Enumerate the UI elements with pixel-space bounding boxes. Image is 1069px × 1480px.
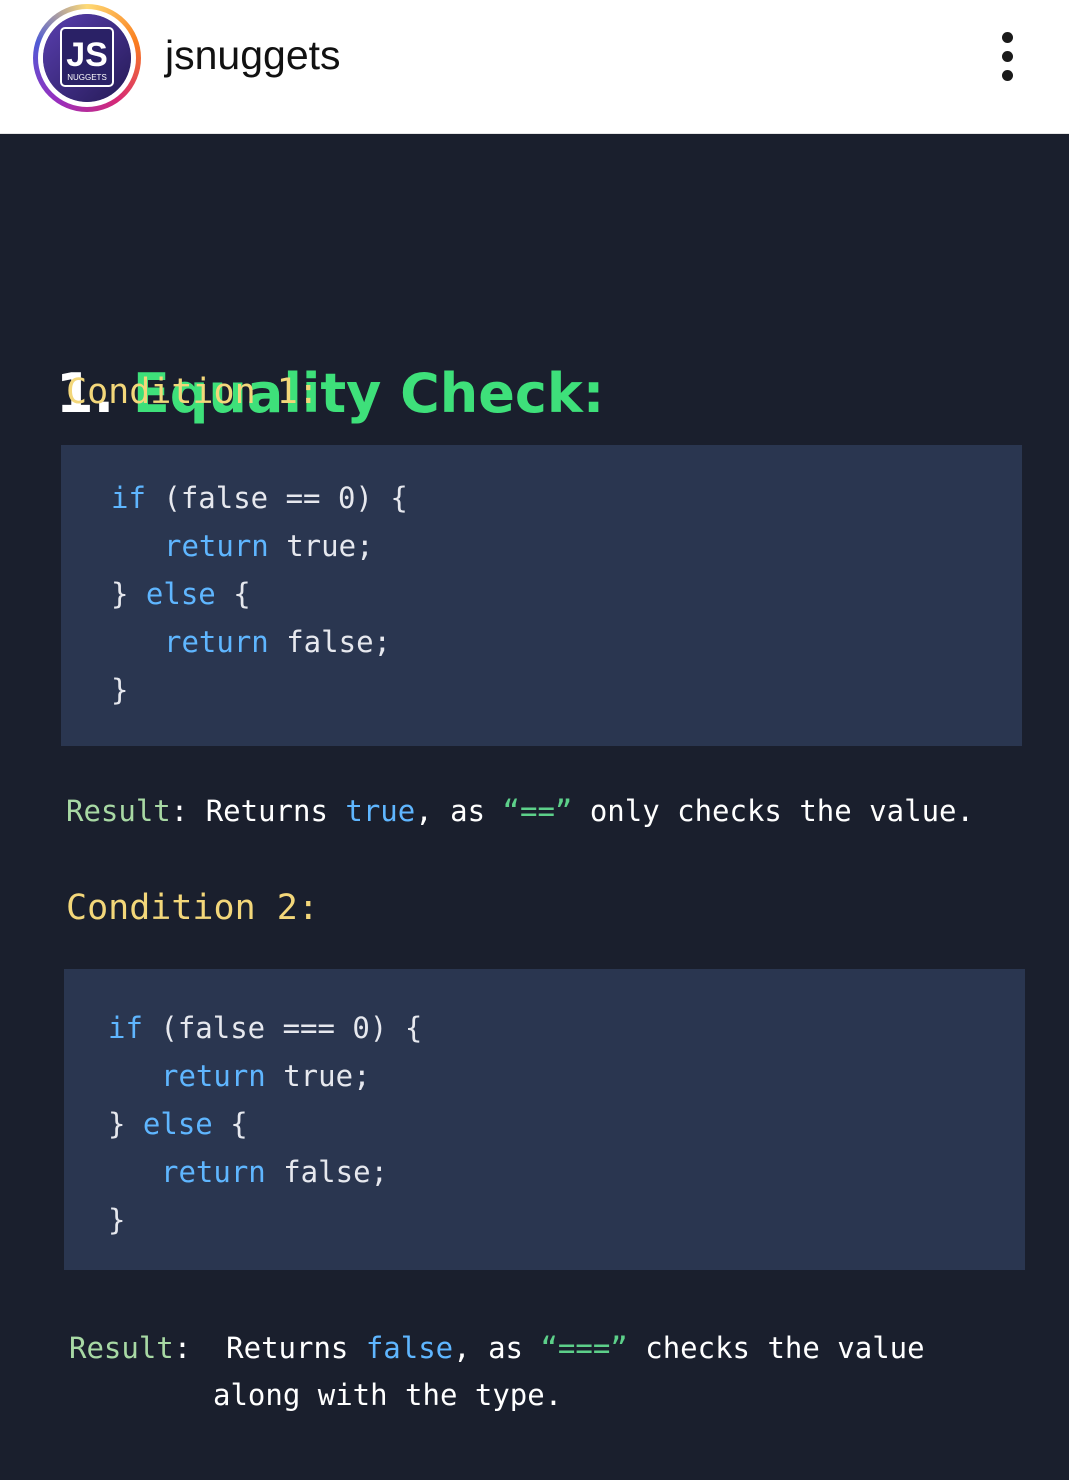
code-block-1: if (false == 0) { return true; } else { … [61,445,1022,746]
username[interactable]: jsnuggets [165,30,341,80]
jsnuggets-logo: JS NUGGETS [43,14,131,102]
post-header: JS NUGGETS jsnuggets [0,0,1069,134]
code-line: if (false === 0) { [108,1011,423,1045]
code-line: if (false == 0) { [111,481,408,515]
post-image: 1. Equality Check: Condition 1: if (fals… [0,134,1069,1480]
result-2-continued: along with the type. [213,1378,563,1412]
more-vertical-icon[interactable] [994,28,1022,86]
code-line: return true; [161,1059,371,1093]
code-line: return true; [164,529,374,563]
logo-subtext: NUGGETS [67,73,107,82]
code-line: return false; [164,625,391,659]
condition-1-label: Condition 1: [66,372,319,412]
code-block-2: if (false === 0) { return true; } else {… [64,969,1025,1270]
code-line: } [111,673,129,707]
condition-2-label: Condition 2: [66,888,319,928]
code-line: } else { [108,1107,248,1141]
code-line: } else { [111,577,251,611]
avatar[interactable]: JS NUGGETS [33,4,141,112]
code-line: return false; [161,1155,388,1189]
code-line: } [108,1203,126,1237]
result-1: Result: Returns true, as “==” only check… [66,794,974,828]
result-2: Result: Returns false, as “===” checks t… [69,1331,925,1365]
logo-text: JS [66,36,108,74]
